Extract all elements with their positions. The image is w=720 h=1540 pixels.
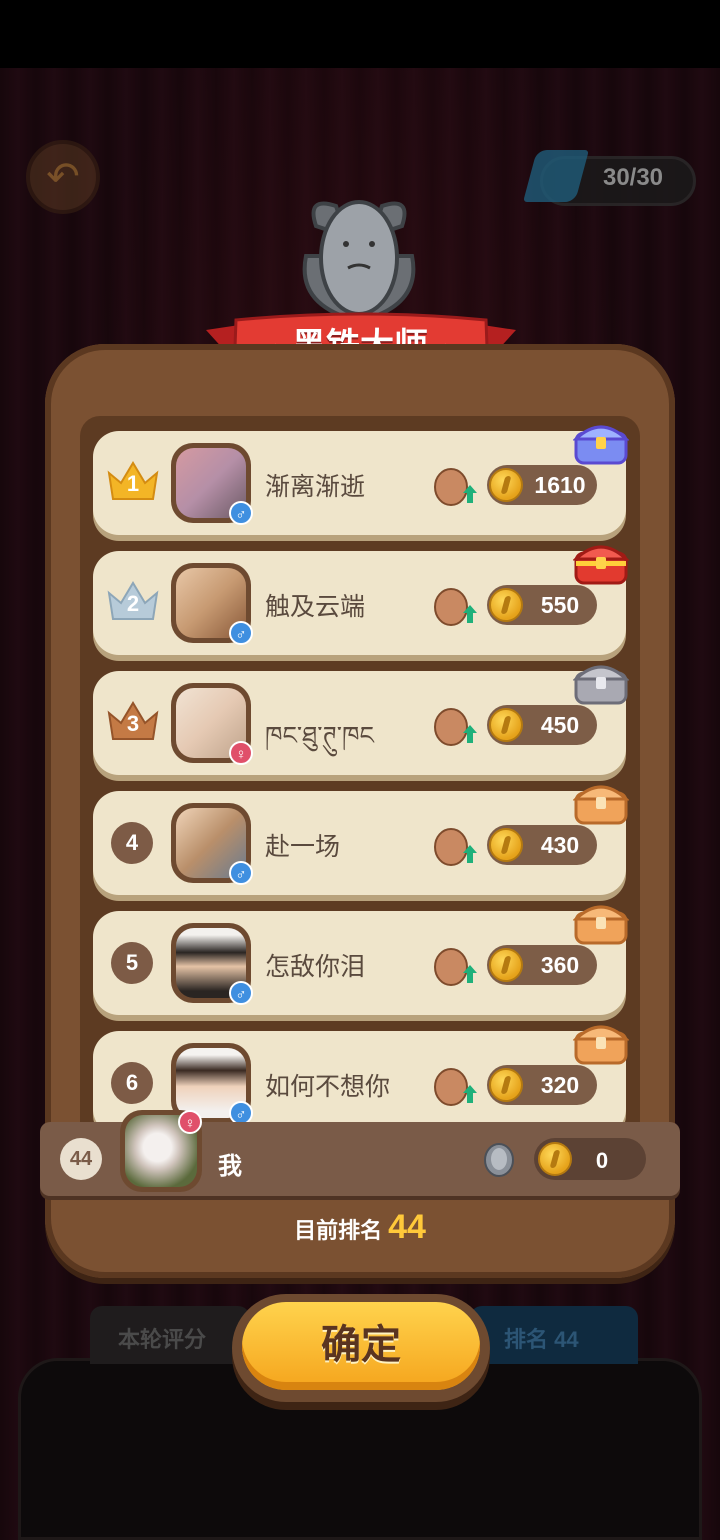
score-value: 450: [540, 712, 580, 738]
back-arrow-icon: ↶: [46, 155, 80, 199]
leaderboard-row: 5 ♂ 怎敌你泪 360: [93, 905, 629, 1015]
player-name: 如何不想你: [265, 1073, 391, 1101]
leaderboard-row: 1 ♂ 渐离渐逝 1610: [93, 425, 629, 535]
coin-icon: [489, 948, 523, 982]
male-icon: ♂: [229, 621, 253, 645]
tab-round-score[interactable]: 本轮评分: [90, 1306, 250, 1364]
tab-round-score-label: 本轮评分: [118, 1327, 207, 1352]
bronze-crown-icon: [107, 701, 159, 740]
leaderboard-row: 3 ♀ ཁང་ཐུ་ཊུ་ཁང 450: [93, 665, 629, 775]
wood-chest-icon[interactable]: [573, 779, 629, 825]
gray-chest-icon[interactable]: [573, 659, 629, 705]
bronze-rank-up-icon: [434, 708, 477, 746]
female-icon: ♀: [178, 1110, 202, 1134]
energy-text: 30/30: [602, 164, 664, 191]
iron-rank-icon: [484, 1143, 514, 1177]
iron-rank-badge-icon: [302, 200, 416, 324]
bronze-rank-up-icon: [434, 828, 477, 866]
coin-icon: [489, 708, 523, 742]
wood-chest-icon[interactable]: [573, 899, 629, 945]
player-name: 怎敌你泪: [265, 953, 366, 981]
player-name: 渐离渐逝: [265, 473, 366, 501]
leaderboard-row: 4 ♂ 赴一场 430: [93, 785, 629, 895]
score-value: 430: [540, 832, 580, 858]
female-icon: ♀: [229, 741, 253, 765]
score-value: 1610: [534, 472, 586, 498]
wood-chest-icon[interactable]: [573, 1019, 629, 1065]
current-rank-label: 目前排名: [294, 1218, 383, 1243]
my-rank-number: 44: [60, 1138, 102, 1180]
my-score: 0: [595, 1148, 609, 1173]
rank-number: 5: [111, 942, 153, 984]
gold-crown-icon: [107, 461, 159, 500]
player-name: 赴一场: [265, 833, 341, 861]
bronze-rank-up-icon: [434, 948, 477, 986]
current-rank: 目前排名 44: [0, 1208, 720, 1247]
confirm-button[interactable]: 确定: [232, 1294, 490, 1402]
score-value: 320: [540, 1072, 580, 1098]
score-value: 550: [540, 592, 580, 618]
red-chest-icon[interactable]: [573, 539, 629, 585]
male-icon: ♂: [229, 981, 253, 1005]
bronze-rank-up-icon: [434, 468, 477, 506]
silver-crown-icon: [107, 581, 159, 620]
coin-icon: [489, 828, 523, 862]
player-name: 触及云端: [265, 593, 366, 621]
tab-ranking[interactable]: 排名 44: [470, 1306, 638, 1364]
score-value: 360: [540, 952, 580, 978]
coin-icon: [538, 1142, 572, 1176]
blue-chest-icon[interactable]: [573, 419, 629, 465]
coin-icon: [489, 1068, 523, 1102]
bronze-rank-up-icon: [434, 1068, 477, 1106]
coin-icon: [489, 468, 523, 502]
back-button[interactable]: ↶: [26, 140, 100, 214]
leaderboard-row: 2 ♂ 触及云端 550: [93, 545, 629, 655]
status-bar: [0, 0, 720, 68]
my-rank-row: 44 ♀ 我 0: [40, 1110, 680, 1196]
coin-icon: [489, 588, 523, 622]
confirm-label: 确定: [242, 1302, 480, 1390]
current-rank-value: 44: [388, 1208, 426, 1246]
bronze-rank-up-icon: [434, 588, 477, 626]
male-icon: ♂: [229, 501, 253, 525]
player-name: ཁང་ཐུ་ཊུ་ཁང: [265, 722, 374, 750]
my-name: 我: [218, 1153, 242, 1180]
rank-number: 4: [111, 822, 153, 864]
male-icon: ♂: [229, 861, 253, 885]
tab-ranking-label: 排名 44: [504, 1327, 579, 1352]
rank-number: 6: [111, 1062, 153, 1104]
